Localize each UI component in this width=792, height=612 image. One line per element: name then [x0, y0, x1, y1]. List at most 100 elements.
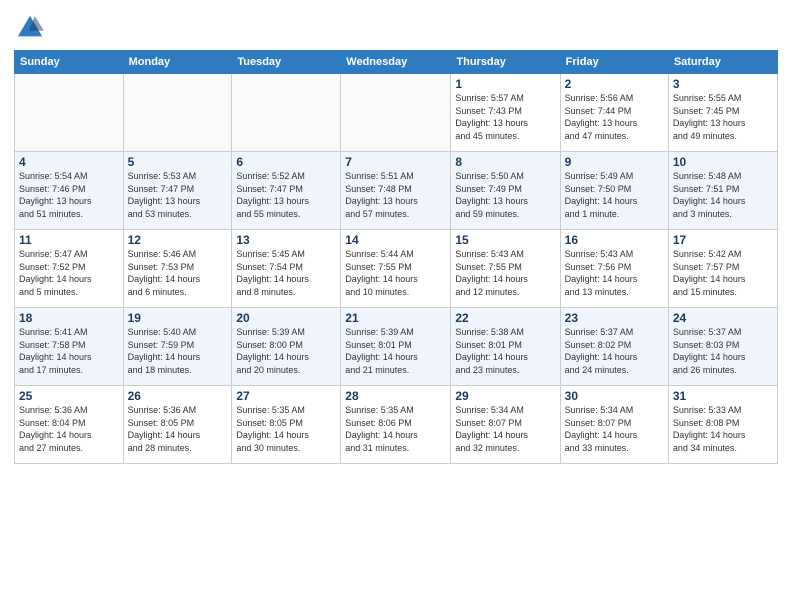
- day-info: Sunrise: 5:33 AM Sunset: 8:08 PM Dayligh…: [673, 404, 773, 454]
- calendar-cell: [123, 74, 232, 152]
- calendar-cell: 4Sunrise: 5:54 AM Sunset: 7:46 PM Daylig…: [15, 152, 124, 230]
- weekday-header-tuesday: Tuesday: [232, 51, 341, 74]
- day-number: 19: [128, 311, 228, 325]
- day-number: 23: [565, 311, 664, 325]
- calendar-cell: [232, 74, 341, 152]
- calendar-cell: 26Sunrise: 5:36 AM Sunset: 8:05 PM Dayli…: [123, 386, 232, 464]
- weekday-header-saturday: Saturday: [668, 51, 777, 74]
- weekday-header-thursday: Thursday: [451, 51, 560, 74]
- day-number: 4: [19, 155, 119, 169]
- day-number: 5: [128, 155, 228, 169]
- calendar-cell: 22Sunrise: 5:38 AM Sunset: 8:01 PM Dayli…: [451, 308, 560, 386]
- day-info: Sunrise: 5:37 AM Sunset: 8:03 PM Dayligh…: [673, 326, 773, 376]
- day-info: Sunrise: 5:34 AM Sunset: 8:07 PM Dayligh…: [455, 404, 555, 454]
- day-number: 10: [673, 155, 773, 169]
- calendar-cell: 19Sunrise: 5:40 AM Sunset: 7:59 PM Dayli…: [123, 308, 232, 386]
- calendar-cell: 11Sunrise: 5:47 AM Sunset: 7:52 PM Dayli…: [15, 230, 124, 308]
- calendar-cell: [15, 74, 124, 152]
- day-info: Sunrise: 5:34 AM Sunset: 8:07 PM Dayligh…: [565, 404, 664, 454]
- calendar-cell: 10Sunrise: 5:48 AM Sunset: 7:51 PM Dayli…: [668, 152, 777, 230]
- calendar-cell: 15Sunrise: 5:43 AM Sunset: 7:55 PM Dayli…: [451, 230, 560, 308]
- day-info: Sunrise: 5:40 AM Sunset: 7:59 PM Dayligh…: [128, 326, 228, 376]
- day-info: Sunrise: 5:35 AM Sunset: 8:05 PM Dayligh…: [236, 404, 336, 454]
- calendar-cell: 17Sunrise: 5:42 AM Sunset: 7:57 PM Dayli…: [668, 230, 777, 308]
- calendar-cell: 29Sunrise: 5:34 AM Sunset: 8:07 PM Dayli…: [451, 386, 560, 464]
- day-info: Sunrise: 5:47 AM Sunset: 7:52 PM Dayligh…: [19, 248, 119, 298]
- day-info: Sunrise: 5:36 AM Sunset: 8:05 PM Dayligh…: [128, 404, 228, 454]
- day-number: 25: [19, 389, 119, 403]
- calendar-cell: 14Sunrise: 5:44 AM Sunset: 7:55 PM Dayli…: [341, 230, 451, 308]
- day-info: Sunrise: 5:53 AM Sunset: 7:47 PM Dayligh…: [128, 170, 228, 220]
- logo: [14, 14, 44, 42]
- day-info: Sunrise: 5:51 AM Sunset: 7:48 PM Dayligh…: [345, 170, 446, 220]
- day-number: 29: [455, 389, 555, 403]
- calendar-cell: 20Sunrise: 5:39 AM Sunset: 8:00 PM Dayli…: [232, 308, 341, 386]
- week-row-1: 1Sunrise: 5:57 AM Sunset: 7:43 PM Daylig…: [15, 74, 778, 152]
- weekday-header-friday: Friday: [560, 51, 668, 74]
- calendar-cell: 31Sunrise: 5:33 AM Sunset: 8:08 PM Dayli…: [668, 386, 777, 464]
- calendar-table: SundayMondayTuesdayWednesdayThursdayFrid…: [14, 50, 778, 464]
- calendar-cell: [341, 74, 451, 152]
- day-number: 15: [455, 233, 555, 247]
- calendar-cell: 9Sunrise: 5:49 AM Sunset: 7:50 PM Daylig…: [560, 152, 668, 230]
- week-row-5: 25Sunrise: 5:36 AM Sunset: 8:04 PM Dayli…: [15, 386, 778, 464]
- day-number: 6: [236, 155, 336, 169]
- day-number: 3: [673, 77, 773, 91]
- calendar-cell: 8Sunrise: 5:50 AM Sunset: 7:49 PM Daylig…: [451, 152, 560, 230]
- weekday-header-wednesday: Wednesday: [341, 51, 451, 74]
- weekday-header-sunday: Sunday: [15, 51, 124, 74]
- day-number: 1: [455, 77, 555, 91]
- day-info: Sunrise: 5:36 AM Sunset: 8:04 PM Dayligh…: [19, 404, 119, 454]
- calendar-cell: 5Sunrise: 5:53 AM Sunset: 7:47 PM Daylig…: [123, 152, 232, 230]
- day-info: Sunrise: 5:56 AM Sunset: 7:44 PM Dayligh…: [565, 92, 664, 142]
- calendar-cell: 7Sunrise: 5:51 AM Sunset: 7:48 PM Daylig…: [341, 152, 451, 230]
- day-number: 28: [345, 389, 446, 403]
- day-number: 9: [565, 155, 664, 169]
- week-row-2: 4Sunrise: 5:54 AM Sunset: 7:46 PM Daylig…: [15, 152, 778, 230]
- page-header: [14, 10, 778, 42]
- calendar-cell: 3Sunrise: 5:55 AM Sunset: 7:45 PM Daylig…: [668, 74, 777, 152]
- day-number: 2: [565, 77, 664, 91]
- day-info: Sunrise: 5:49 AM Sunset: 7:50 PM Dayligh…: [565, 170, 664, 220]
- day-info: Sunrise: 5:57 AM Sunset: 7:43 PM Dayligh…: [455, 92, 555, 142]
- calendar-cell: 16Sunrise: 5:43 AM Sunset: 7:56 PM Dayli…: [560, 230, 668, 308]
- day-info: Sunrise: 5:46 AM Sunset: 7:53 PM Dayligh…: [128, 248, 228, 298]
- day-number: 30: [565, 389, 664, 403]
- calendar-cell: 23Sunrise: 5:37 AM Sunset: 8:02 PM Dayli…: [560, 308, 668, 386]
- day-info: Sunrise: 5:43 AM Sunset: 7:56 PM Dayligh…: [565, 248, 664, 298]
- day-info: Sunrise: 5:44 AM Sunset: 7:55 PM Dayligh…: [345, 248, 446, 298]
- day-info: Sunrise: 5:43 AM Sunset: 7:55 PM Dayligh…: [455, 248, 555, 298]
- day-number: 31: [673, 389, 773, 403]
- page-container: SundayMondayTuesdayWednesdayThursdayFrid…: [0, 0, 792, 474]
- day-info: Sunrise: 5:54 AM Sunset: 7:46 PM Dayligh…: [19, 170, 119, 220]
- day-info: Sunrise: 5:52 AM Sunset: 7:47 PM Dayligh…: [236, 170, 336, 220]
- logo-icon: [16, 14, 44, 42]
- day-number: 11: [19, 233, 119, 247]
- day-info: Sunrise: 5:38 AM Sunset: 8:01 PM Dayligh…: [455, 326, 555, 376]
- calendar-cell: 21Sunrise: 5:39 AM Sunset: 8:01 PM Dayli…: [341, 308, 451, 386]
- day-number: 26: [128, 389, 228, 403]
- day-info: Sunrise: 5:42 AM Sunset: 7:57 PM Dayligh…: [673, 248, 773, 298]
- day-number: 21: [345, 311, 446, 325]
- week-row-4: 18Sunrise: 5:41 AM Sunset: 7:58 PM Dayli…: [15, 308, 778, 386]
- day-info: Sunrise: 5:41 AM Sunset: 7:58 PM Dayligh…: [19, 326, 119, 376]
- calendar-cell: 28Sunrise: 5:35 AM Sunset: 8:06 PM Dayli…: [341, 386, 451, 464]
- day-info: Sunrise: 5:55 AM Sunset: 7:45 PM Dayligh…: [673, 92, 773, 142]
- day-number: 7: [345, 155, 446, 169]
- weekday-header-row: SundayMondayTuesdayWednesdayThursdayFrid…: [15, 51, 778, 74]
- week-row-3: 11Sunrise: 5:47 AM Sunset: 7:52 PM Dayli…: [15, 230, 778, 308]
- day-number: 18: [19, 311, 119, 325]
- day-number: 27: [236, 389, 336, 403]
- day-info: Sunrise: 5:45 AM Sunset: 7:54 PM Dayligh…: [236, 248, 336, 298]
- day-number: 14: [345, 233, 446, 247]
- day-number: 22: [455, 311, 555, 325]
- calendar-cell: 12Sunrise: 5:46 AM Sunset: 7:53 PM Dayli…: [123, 230, 232, 308]
- calendar-cell: 27Sunrise: 5:35 AM Sunset: 8:05 PM Dayli…: [232, 386, 341, 464]
- day-info: Sunrise: 5:39 AM Sunset: 8:00 PM Dayligh…: [236, 326, 336, 376]
- day-number: 20: [236, 311, 336, 325]
- day-info: Sunrise: 5:35 AM Sunset: 8:06 PM Dayligh…: [345, 404, 446, 454]
- calendar-cell: 2Sunrise: 5:56 AM Sunset: 7:44 PM Daylig…: [560, 74, 668, 152]
- day-number: 16: [565, 233, 664, 247]
- calendar-cell: 18Sunrise: 5:41 AM Sunset: 7:58 PM Dayli…: [15, 308, 124, 386]
- day-number: 13: [236, 233, 336, 247]
